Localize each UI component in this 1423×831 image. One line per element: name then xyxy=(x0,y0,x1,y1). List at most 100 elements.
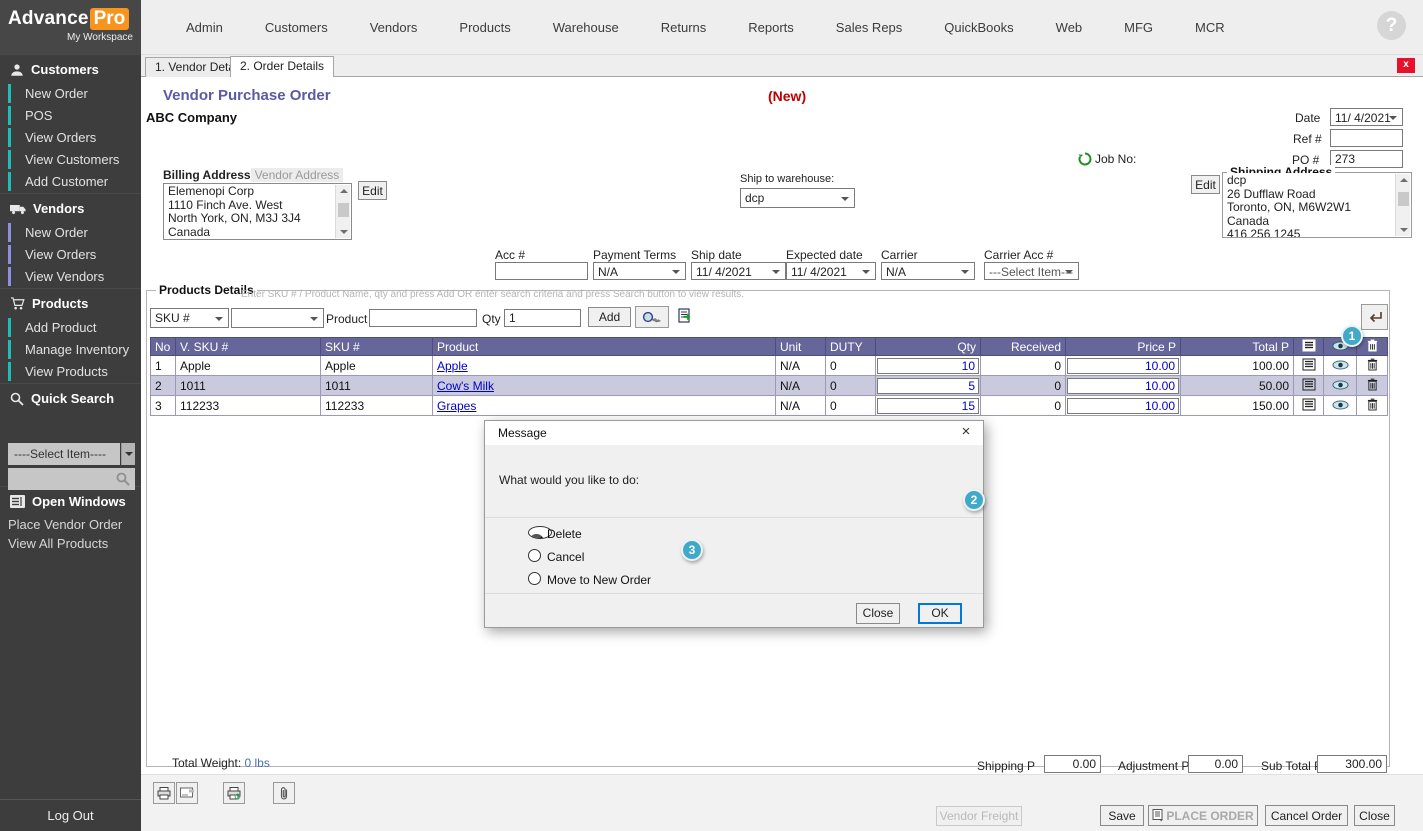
sidebar-item-add-customer[interactable]: Add Customer xyxy=(0,171,141,192)
scroll-down-icon[interactable] xyxy=(340,230,348,234)
nav-warehouse[interactable]: Warehouse xyxy=(532,20,640,35)
open-window-place-vendor-order[interactable]: Place Vendor Order xyxy=(0,515,141,534)
scroll-thumb[interactable] xyxy=(1398,192,1409,206)
job-link-icon[interactable] xyxy=(1078,152,1092,166)
sidebar-item-view-customers[interactable]: View Customers xyxy=(0,149,141,170)
nav-mfg[interactable]: MFG xyxy=(1103,20,1174,35)
ship-to-warehouse-select[interactable]: dcp xyxy=(740,188,855,208)
shipping-address-box[interactable]: dcp 26 Dufflaw Road Toronto, ON, M6W2W1 … xyxy=(1223,173,1411,237)
price-cell-input[interactable]: 10.00 xyxy=(1067,398,1179,414)
sidebar-item-vendors-new-order[interactable]: New Order xyxy=(0,222,141,243)
close-tab-icon[interactable]: x xyxy=(1397,58,1415,73)
row-notes-button[interactable] xyxy=(1294,356,1324,376)
qty-cell-input[interactable]: 5 xyxy=(877,378,979,394)
ref-input[interactable] xyxy=(1330,129,1403,147)
row-notes-button[interactable] xyxy=(1294,376,1324,396)
scroll-down-icon[interactable] xyxy=(1400,228,1408,232)
radio-move-to-new-order[interactable] xyxy=(528,572,541,585)
enter-return-button[interactable] xyxy=(1361,304,1388,330)
product-input[interactable] xyxy=(369,309,477,327)
scrollbar[interactable] xyxy=(1395,174,1410,236)
row-delete-button[interactable] xyxy=(1357,356,1388,376)
nav-mcr[interactable]: MCR xyxy=(1174,20,1246,35)
radio-move-label[interactable]: Move to New Order xyxy=(547,573,651,587)
row-delete-button[interactable] xyxy=(1357,376,1388,396)
adjustment-input[interactable]: 0.00 xyxy=(1188,755,1243,773)
sidebar-item-view-products[interactable]: View Products xyxy=(0,361,141,382)
attachment-button[interactable] xyxy=(273,782,295,804)
quick-search-select-arrow[interactable] xyxy=(121,443,135,465)
search-products-button[interactable] xyxy=(635,306,669,328)
nav-vendors[interactable]: Vendors xyxy=(349,20,439,35)
product-link[interactable]: Apple xyxy=(437,359,468,373)
price-cell-input[interactable]: 10.00 xyxy=(1067,378,1179,394)
shipping-edit-button[interactable]: Edit xyxy=(1191,175,1220,194)
quick-search-select[interactable]: ----Select Item---- xyxy=(8,443,120,465)
nav-reports[interactable]: Reports xyxy=(727,20,815,35)
close-button[interactable]: Close xyxy=(1354,805,1395,826)
help-icon[interactable]: ? xyxy=(1377,11,1406,40)
sidebar-section-customers[interactable]: Customers xyxy=(0,55,141,83)
billing-address-tab[interactable]: Billing Address xyxy=(163,168,251,182)
save-button[interactable]: Save xyxy=(1100,805,1144,826)
scroll-up-icon[interactable] xyxy=(1400,178,1408,182)
row-delete-button[interactable] xyxy=(1357,396,1388,416)
print-preview-button[interactable] xyxy=(223,782,245,804)
print-button[interactable] xyxy=(153,782,175,804)
product-link[interactable]: Cow's Milk xyxy=(437,379,494,393)
row-view-button[interactable] xyxy=(1324,356,1357,376)
carrier-acc-select[interactable]: ---Select Item--- xyxy=(984,262,1079,280)
tab-order-details[interactable]: 2. Order Details xyxy=(230,56,334,77)
import-products-icon[interactable] xyxy=(677,308,694,328)
qty-input[interactable]: 1 xyxy=(504,309,581,327)
qty-cell-input[interactable]: 15 xyxy=(877,398,979,414)
sidebar-item-pos[interactable]: POS xyxy=(0,105,141,126)
row-view-button[interactable] xyxy=(1324,376,1357,396)
quick-search-input[interactable] xyxy=(8,468,135,490)
place-order-button[interactable]: PLACE ORDER xyxy=(1148,805,1258,826)
acc-input[interactable] xyxy=(495,262,588,280)
add-button[interactable]: Add xyxy=(588,307,631,327)
radio-cancel[interactable] xyxy=(528,549,541,562)
nav-sales-reps[interactable]: Sales Reps xyxy=(815,20,923,35)
carrier-select[interactable]: N/A xyxy=(881,262,975,280)
sidebar-item-add-product[interactable]: Add Product xyxy=(0,317,141,338)
product-link[interactable]: Grapes xyxy=(437,399,476,413)
dialog-ok-button[interactable]: OK xyxy=(918,603,962,624)
scrollbar[interactable] xyxy=(335,185,350,238)
shipping-total-input[interactable]: 0.00 xyxy=(1044,755,1101,773)
open-window-view-all-products[interactable]: View All Products xyxy=(0,534,141,553)
dialog-close-button[interactable]: Close xyxy=(856,603,900,624)
nav-quickbooks[interactable]: QuickBooks xyxy=(923,20,1034,35)
vendor-freight-button[interactable]: Vendor Freight xyxy=(936,806,1022,826)
nav-customers[interactable]: Customers xyxy=(244,20,349,35)
sidebar-item-customers-new-order[interactable]: New Order xyxy=(0,83,141,104)
scroll-up-icon[interactable] xyxy=(340,189,348,193)
radio-delete-label[interactable]: Delete xyxy=(547,527,582,541)
sidebar-item-view-orders[interactable]: View Orders xyxy=(0,127,141,148)
row-notes-button[interactable] xyxy=(1294,396,1324,416)
date-picker[interactable]: 11/ 4/2021 xyxy=(1330,108,1403,126)
search-type-select[interactable]: SKU # xyxy=(150,308,229,328)
sidebar-item-view-vendors[interactable]: View Vendors xyxy=(0,266,141,287)
sidebar-item-vendors-view-orders[interactable]: View Orders xyxy=(0,244,141,265)
qty-cell-input[interactable]: 10 xyxy=(877,358,979,374)
nav-returns[interactable]: Returns xyxy=(640,20,728,35)
logout-button[interactable]: Log Out xyxy=(0,799,141,831)
nav-admin[interactable]: Admin xyxy=(165,20,244,35)
nav-products[interactable]: Products xyxy=(438,20,531,35)
billing-address-box[interactable]: Elemenopi Corp 1110 Finch Ave. West Nort… xyxy=(163,183,352,240)
payment-terms-select[interactable]: N/A xyxy=(593,262,686,280)
vendor-address-tab[interactable]: Vendor Address xyxy=(251,168,344,182)
sidebar-section-products[interactable]: Products xyxy=(0,288,141,317)
sidebar-section-vendors[interactable]: Vendors xyxy=(0,193,141,222)
ship-date-picker[interactable]: 11/ 4/2021 xyxy=(691,262,786,280)
radio-cancel-label[interactable]: Cancel xyxy=(547,550,584,564)
billing-edit-button[interactable]: Edit xyxy=(358,181,387,200)
nav-web[interactable]: Web xyxy=(1035,20,1104,35)
cancel-order-button[interactable]: Cancel Order xyxy=(1265,805,1348,826)
row-view-button[interactable] xyxy=(1324,396,1357,416)
price-cell-input[interactable]: 10.00 xyxy=(1067,358,1179,374)
po-input[interactable]: 273 xyxy=(1330,150,1403,168)
sku-value-select[interactable] xyxy=(231,308,324,328)
